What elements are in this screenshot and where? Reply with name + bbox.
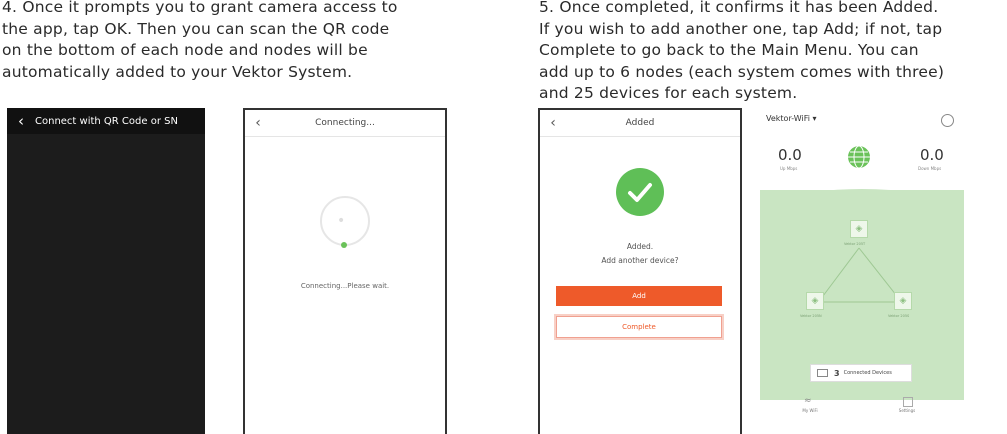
step-4-line: 4. Once it prompts you to grant camera a… bbox=[2, 0, 398, 16]
step-5-instructions: 5. Once completed, it confirms it has be… bbox=[539, 0, 1007, 105]
step-5-line: add up to 6 nodes (each system comes wit… bbox=[539, 62, 945, 81]
step-5-line: and 25 devices for each system. bbox=[539, 84, 798, 102]
node-icon[interactable]: ◈ bbox=[806, 292, 824, 310]
device-count: 3 bbox=[834, 368, 840, 378]
settings-nav-icon[interactable] bbox=[903, 397, 913, 407]
nav-settings[interactable]: Settings bbox=[892, 408, 922, 413]
network-map-screenshot: Vektor-WiFi ▾ 0.0 Up Mbps 0.0 Down Mbps … bbox=[760, 108, 964, 434]
step-5-line: 5. Once completed, it confirms it has be… bbox=[539, 0, 939, 16]
added-screenshot: ‹ Added Added. Add another device? Add C… bbox=[538, 108, 742, 434]
node-label: Vektor 205T bbox=[844, 242, 866, 246]
upload-speed-value: 0.0 bbox=[778, 146, 802, 164]
node-label: Vektor 205S bbox=[888, 314, 910, 318]
step-5-line: Complete to go back to the Main Menu. Yo… bbox=[539, 41, 919, 59]
account-icon[interactable] bbox=[941, 114, 954, 127]
step-4-line: the app, tap OK. Then you can scan the Q… bbox=[2, 19, 390, 38]
download-speed-label: Down Mbps bbox=[918, 166, 942, 171]
connected-devices-button[interactable]: 3 Connected Devices bbox=[810, 364, 912, 382]
qr-scan-screenshot: ‹ Connect with QR Code or SN bbox=[7, 108, 205, 434]
download-speed-value: 0.0 bbox=[920, 146, 944, 164]
camera-viewfinder bbox=[7, 134, 205, 434]
chevron-left-icon[interactable]: ‹ bbox=[540, 115, 566, 131]
network-name-dropdown[interactable]: Vektor-WiFi ▾ bbox=[766, 114, 817, 123]
wifi-nav-icon[interactable]: ≈ bbox=[804, 396, 812, 406]
upload-speed-label: Up Mbps bbox=[780, 166, 798, 171]
connecting-screenshot: ‹ Connecting... • Connecting...Please wa… bbox=[243, 108, 447, 434]
success-check-icon bbox=[616, 168, 664, 216]
node-icon[interactable]: ◈ bbox=[894, 292, 912, 310]
wifi-icon: • bbox=[337, 213, 346, 229]
node-label: Vektor 205N bbox=[800, 314, 822, 318]
connecting-title: Connecting... bbox=[315, 118, 375, 128]
spinner-progress-dot bbox=[341, 242, 347, 248]
devices-label: Connected Devices bbox=[843, 370, 892, 376]
qr-scan-title: Connect with QR Code or SN bbox=[35, 115, 178, 127]
add-button[interactable]: Add bbox=[556, 286, 722, 306]
nav-my-wifi[interactable]: My WiFi bbox=[795, 408, 825, 413]
step-4-line: on the bottom of each node and nodes wil… bbox=[2, 41, 368, 59]
globe-icon bbox=[848, 145, 870, 169]
chevron-left-icon[interactable]: ‹ bbox=[7, 112, 35, 130]
checkmark-icon bbox=[628, 183, 652, 202]
added-title: Added bbox=[625, 118, 655, 128]
step-4-instructions: 4. Once it prompts you to grant camera a… bbox=[2, 0, 492, 83]
complete-button[interactable]: Complete bbox=[556, 316, 722, 338]
qr-scan-header: ‹ Connect with QR Code or SN bbox=[7, 108, 205, 134]
added-status: Added. bbox=[626, 242, 654, 251]
connecting-header: ‹ Connecting... bbox=[245, 110, 445, 137]
step-4-line: automatically added to your Vektor Syste… bbox=[2, 62, 353, 81]
step-5-line: If you wish to add another one, tap Add;… bbox=[539, 19, 943, 38]
add-another-question: Add another device? bbox=[601, 256, 679, 265]
added-header: ‹ Added bbox=[540, 110, 740, 137]
connecting-message: Connecting...Please wait. bbox=[300, 282, 390, 290]
node-icon[interactable]: ◈ bbox=[850, 220, 868, 238]
chevron-left-icon[interactable]: ‹ bbox=[245, 115, 271, 131]
monitor-icon bbox=[817, 369, 828, 377]
